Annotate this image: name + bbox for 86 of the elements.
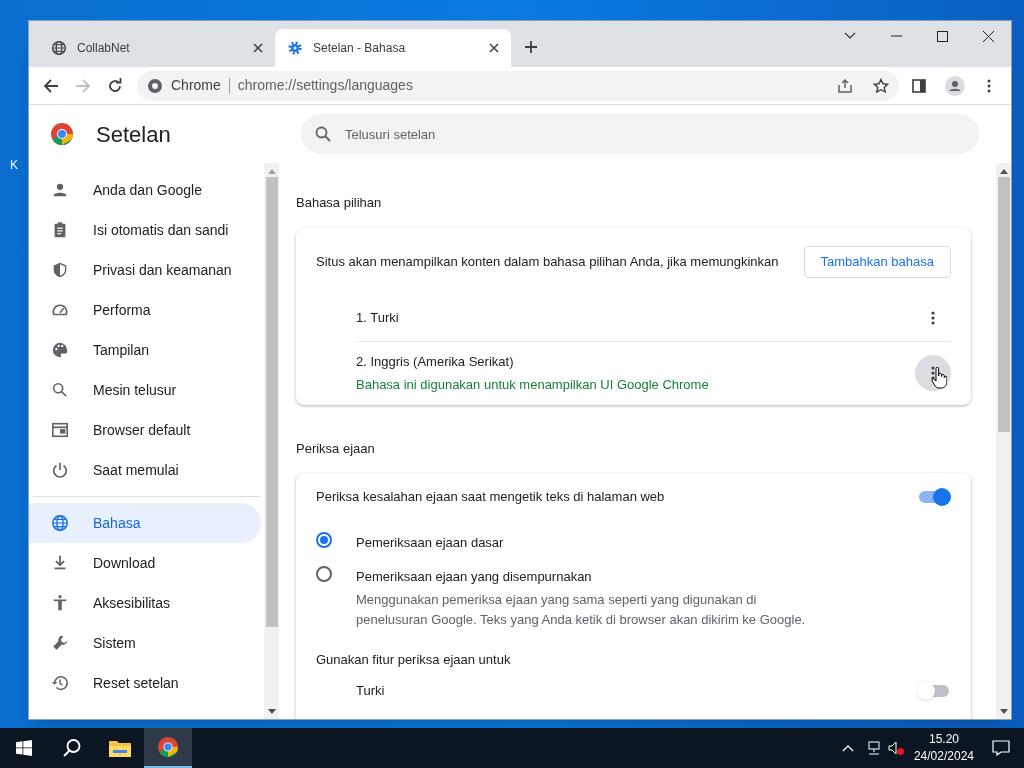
scrollbar[interactable] bbox=[996, 163, 1011, 719]
sidebar-item[interactable]: Bahasa bbox=[29, 503, 261, 543]
share-icon[interactable] bbox=[837, 77, 853, 94]
address-bar[interactable]: Chrome chrome://settings/languages bbox=[137, 70, 899, 101]
sidebar-item[interactable]: Performa bbox=[29, 290, 261, 330]
hand-cursor-icon bbox=[931, 367, 947, 389]
windows-logo-icon bbox=[16, 740, 32, 756]
sidebar-item[interactable]: Mesin telusur bbox=[29, 370, 261, 410]
scroll-down-arrow-icon[interactable] bbox=[999, 709, 1008, 715]
setting-label: Periksa kesalahan ejaan saat mengetik teks di halaman web bbox=[316, 488, 666, 507]
sidebar-item[interactable]: Privasi dan keamanan bbox=[29, 250, 261, 290]
wrench-icon bbox=[51, 634, 69, 652]
url-text: chrome://settings/languages bbox=[237, 76, 413, 95]
scroll-down-arrow-icon[interactable] bbox=[267, 709, 276, 715]
search-icon bbox=[51, 381, 69, 399]
forward-arrow-icon bbox=[75, 77, 91, 94]
search-icon bbox=[315, 126, 331, 142]
close-tab-icon[interactable] bbox=[489, 43, 499, 53]
sidebar-item[interactable]: Browser default bbox=[29, 410, 261, 450]
description-text: Situs akan menampilkan konten dalam bahasa pilihan Anda, jika memungkinkan bbox=[316, 252, 780, 271]
close-tab-icon[interactable] bbox=[253, 43, 263, 53]
language-name: 2. Inggris (Amerika Serikat) bbox=[356, 352, 515, 371]
toggle-switch[interactable] bbox=[917, 682, 951, 700]
palette-icon bbox=[51, 341, 69, 359]
chrome-logo-icon bbox=[157, 736, 179, 758]
scrollbar[interactable] bbox=[264, 163, 279, 719]
sidebar-item[interactable]: Saat memulai bbox=[29, 450, 261, 490]
folder-icon bbox=[109, 739, 131, 757]
power-icon bbox=[51, 461, 69, 479]
scroll-up-arrow-icon[interactable] bbox=[999, 168, 1008, 174]
desktop-label: K bbox=[10, 157, 18, 174]
close-icon bbox=[982, 30, 994, 42]
notification-icon[interactable] bbox=[992, 740, 1010, 756]
sidebar-item[interactable]: Sistem bbox=[29, 623, 261, 663]
more-vert-icon bbox=[987, 78, 991, 93]
plus-icon bbox=[524, 40, 538, 54]
chrome-taskbar-button[interactable] bbox=[144, 728, 192, 768]
more-vert-icon bbox=[931, 311, 935, 325]
browser-window-icon bbox=[51, 421, 69, 439]
sidebar-item[interactable]: Isi otomatis dan sandi bbox=[29, 210, 261, 250]
site-label: Chrome bbox=[171, 76, 221, 95]
clock-time[interactable]: 15.20 bbox=[928, 731, 959, 748]
toggle-switch[interactable] bbox=[917, 488, 951, 506]
shield-icon bbox=[51, 261, 69, 279]
gear-icon bbox=[287, 40, 303, 56]
globe-icon bbox=[51, 40, 67, 56]
sidebar-item[interactable]: Anda dan Google bbox=[29, 170, 261, 210]
browser-tab[interactable]: CollabNet bbox=[39, 29, 275, 67]
radio-button[interactable] bbox=[316, 565, 332, 582]
side-panel-icon bbox=[912, 78, 926, 93]
radio-button[interactable] bbox=[316, 532, 332, 548]
option-label: Pemeriksaan ejaan dasar bbox=[356, 534, 504, 552]
browser-tab[interactable]: Setelan - Bahasa bbox=[275, 29, 511, 67]
language-name: Turki bbox=[356, 682, 386, 701]
sidebar-item[interactable]: Reset setelan bbox=[29, 663, 261, 703]
reload-icon bbox=[107, 77, 123, 94]
maximize-icon bbox=[936, 30, 948, 42]
minimize-icon bbox=[890, 35, 902, 37]
chevron-down-icon bbox=[844, 32, 856, 40]
chrome-logo-icon bbox=[50, 122, 74, 146]
person-icon bbox=[945, 75, 965, 96]
option-label: Pemeriksaan ejaan yang disempurnakan bbox=[356, 567, 593, 586]
back-arrow-icon bbox=[43, 77, 59, 94]
settings-title: Setelan bbox=[96, 120, 171, 149]
chrome-icon bbox=[147, 77, 163, 94]
search-field[interactable]: Telusuri setelan bbox=[301, 114, 979, 154]
search-icon bbox=[62, 738, 82, 758]
network-icon[interactable] bbox=[865, 741, 882, 755]
language-name: 1. Turki bbox=[356, 309, 400, 328]
subheading: Gunakan fitur periksa ejaan untuk bbox=[316, 651, 512, 669]
add-language-button[interactable]: Tambahkan bahasa bbox=[803, 245, 951, 278]
volume-muted-icon[interactable] bbox=[887, 741, 904, 755]
language-note: Bahasa ini digunakan untuk menampilkan UI Google Chrome bbox=[356, 376, 710, 394]
sidebar-item[interactable]: Download bbox=[29, 543, 261, 583]
globe-icon bbox=[51, 514, 69, 532]
star-icon[interactable] bbox=[873, 77, 889, 94]
section-heading: Bahasa pilihan bbox=[296, 194, 383, 212]
clock-date[interactable]: 24/02/2024 bbox=[913, 748, 974, 765]
sidebar-item[interactable]: Aksesibilitas bbox=[29, 583, 261, 623]
accessibility-icon bbox=[51, 594, 69, 612]
sidebar-item[interactable]: Tampilan bbox=[29, 330, 261, 370]
history-icon bbox=[51, 674, 69, 692]
section-heading: Periksa ejaan bbox=[296, 439, 376, 458]
option-description: Menggunakan pemeriksa ejaan yang sama seperti yang digunakan di penelusuran Google. Teks yang Anda ketik di browser akan dikirim ke Google. bbox=[356, 591, 807, 629]
chevron-up-icon[interactable] bbox=[841, 744, 854, 752]
person-icon bbox=[51, 181, 69, 199]
